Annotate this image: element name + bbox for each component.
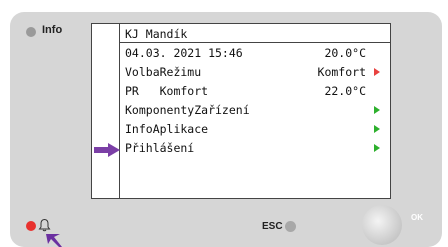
ok-label: OK (411, 213, 423, 222)
bell-icon[interactable] (38, 218, 51, 232)
arrow-right-green-icon (374, 125, 380, 133)
temperature-readout: 20.0°C (324, 46, 366, 60)
arrow-right-green-icon (374, 144, 380, 152)
menu-item-prihlaseni[interactable]: Přihlášení (125, 139, 194, 157)
ok-knob[interactable] (362, 205, 402, 245)
menu-item-pr-komfort[interactable]: PR Komfort (125, 82, 208, 100)
menu-item-volba-rezimu[interactable]: VolbaRežimu (125, 63, 201, 81)
arrow-right-green-icon (374, 106, 380, 114)
screen-divider-vertical (119, 24, 120, 198)
info-label: Info (42, 24, 63, 36)
lcd-screen: KJ Mandík 04.03. 2021 15:46 20.0°C Volba… (91, 23, 391, 199)
menu-value-comfort-temperature: 22.0°C (324, 84, 366, 98)
arrow-right-red-icon (374, 68, 380, 76)
pointer-arrow-corner-icon (46, 234, 62, 247)
screen-title: KJ Mandík (125, 27, 188, 41)
menu-value-mode: Komfort (317, 65, 366, 79)
esc-label: ESC (262, 221, 283, 232)
menu-item-komponenty-zarizeni[interactable]: KomponentyZařízení (125, 101, 250, 119)
info-led (26, 27, 36, 37)
alarm-led (26, 221, 36, 231)
menu-item-info-aplikace[interactable]: InfoAplikace (125, 120, 208, 138)
date-time: 04.03. 2021 15:46 (125, 46, 243, 60)
pointer-arrow-icon (94, 143, 120, 157)
esc-button[interactable] (285, 221, 296, 232)
